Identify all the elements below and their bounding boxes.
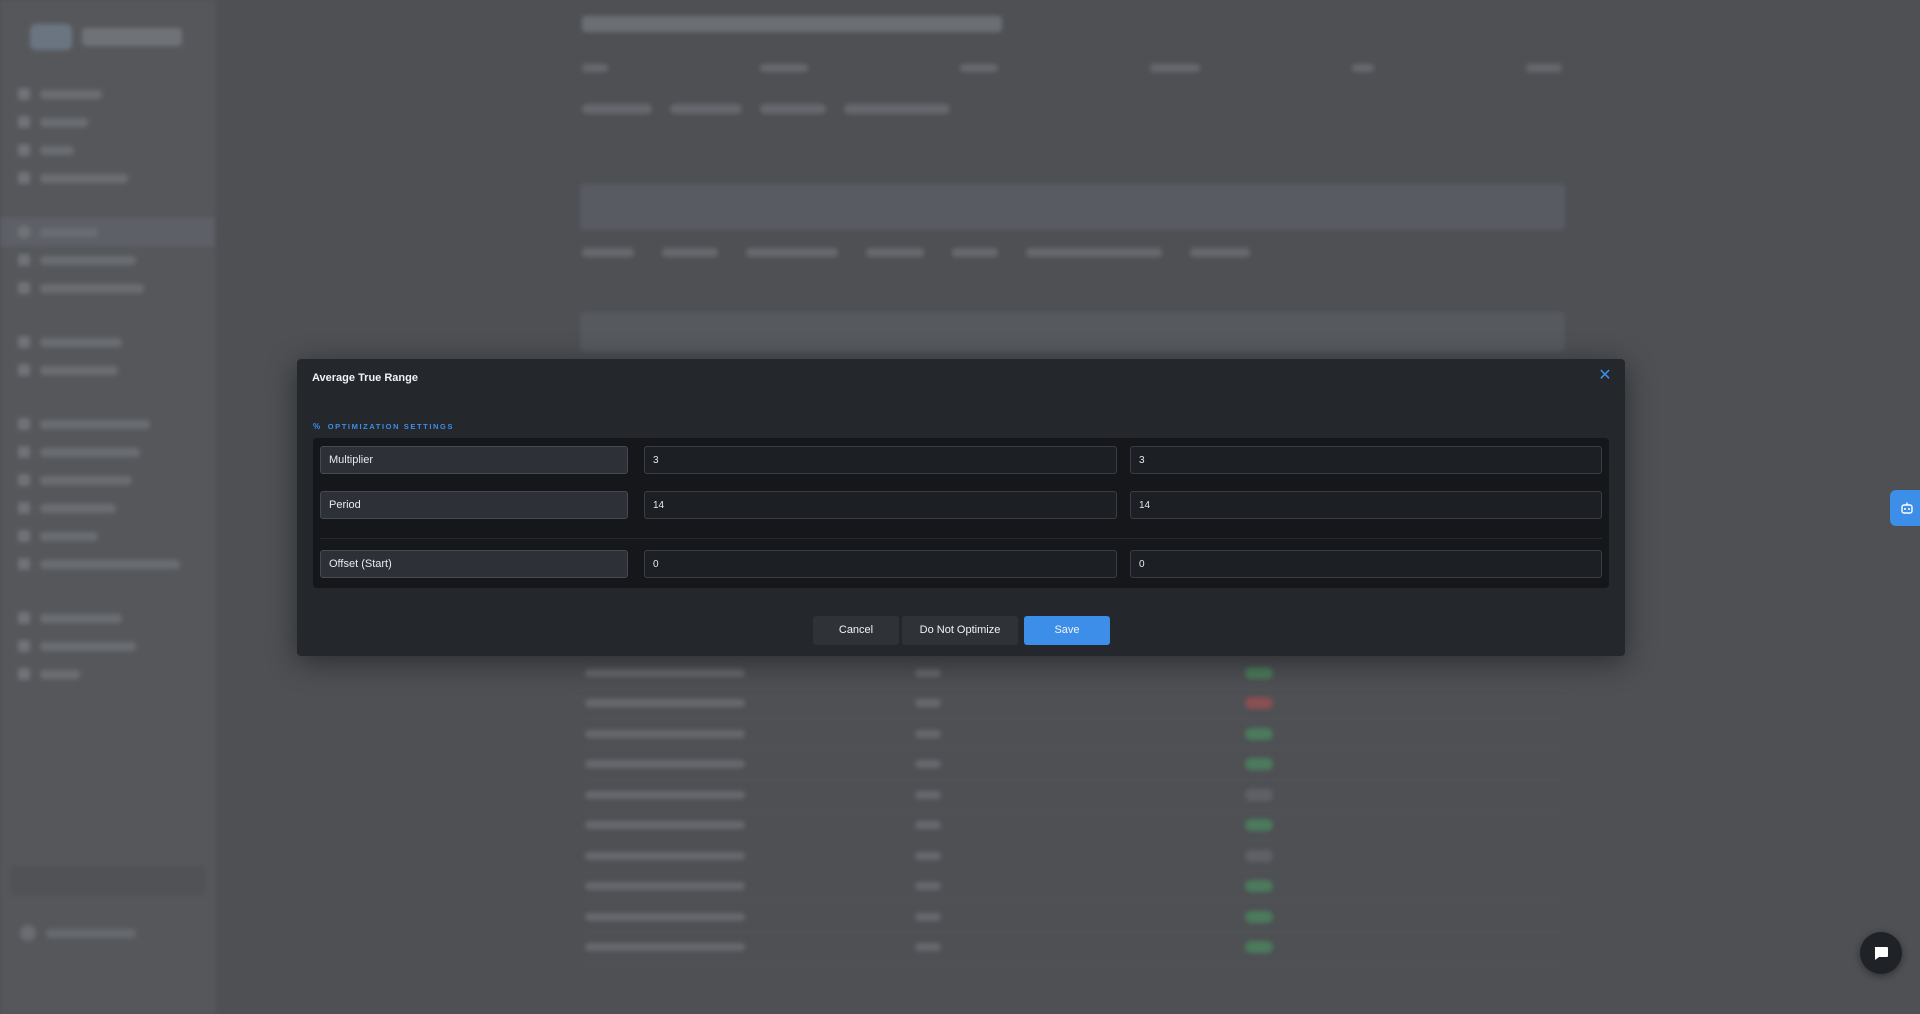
sidebar-nav [0,80,215,688]
max-value-input[interactable] [1130,550,1602,578]
assistant-button[interactable] [1890,490,1920,526]
robot-icon [1901,502,1913,514]
section-label: OPTIMIZATION SETTINGS [327,422,455,431]
setting-row-offset [313,550,1609,578]
max-value-input[interactable] [1130,491,1602,519]
section-header: % OPTIMIZATION SETTINGS [313,422,454,431]
save-button[interactable]: Save [1024,616,1110,645]
parameter-name-field[interactable] [320,446,628,474]
close-icon[interactable]: ✕ [1597,368,1613,384]
row-divider [320,538,1602,539]
min-value-input[interactable] [644,550,1117,578]
optimization-modal: Average True Range ✕ % OPTIMIZATION SETT… [297,359,1625,656]
parameter-name-field[interactable] [320,550,628,578]
parameter-name-field[interactable] [320,491,628,519]
setting-row-period [313,491,1609,519]
modal-title: Average True Range [312,372,418,384]
min-value-input[interactable] [644,446,1117,474]
cancel-button[interactable]: Cancel [813,616,899,645]
setting-row-multiplier [313,446,1609,474]
max-value-input[interactable] [1130,446,1602,474]
min-value-input[interactable] [644,491,1117,519]
chat-bubble-icon [1874,947,1888,960]
percent-icon: % [313,422,322,431]
chat-button[interactable] [1860,932,1902,974]
settings-panel [313,438,1609,588]
sidebar [0,0,215,1014]
do-not-optimize-button[interactable]: Do Not Optimize [902,616,1018,645]
brand-logo [30,24,182,50]
